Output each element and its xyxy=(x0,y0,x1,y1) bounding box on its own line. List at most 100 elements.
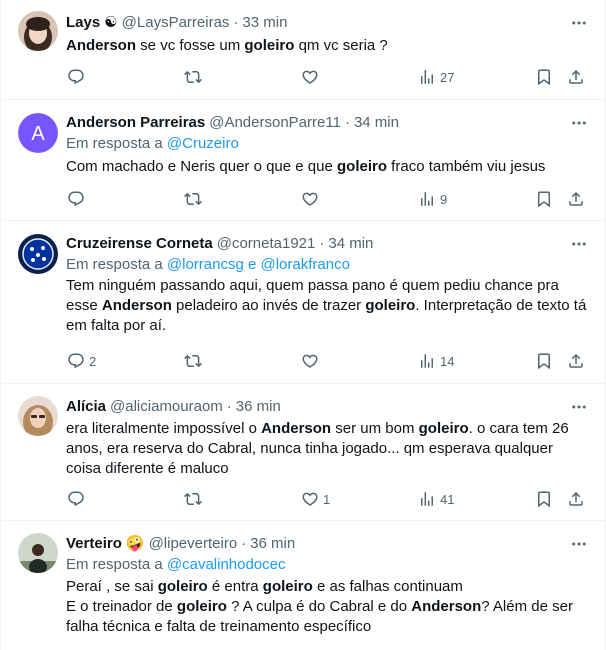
more-options-icon[interactable] xyxy=(569,14,589,32)
user-photo-avatar-icon xyxy=(18,396,58,436)
timestamp[interactable]: 36 min xyxy=(236,396,281,418)
share-button[interactable] xyxy=(567,352,585,370)
author-handle[interactable]: @aliciamouraom xyxy=(110,396,223,418)
bookmark-button[interactable] xyxy=(535,68,553,86)
author-name[interactable]: Alícia xyxy=(66,396,106,418)
tweet[interactable]: Lays ☯ @LaysParreiras · 33 min Anderson … xyxy=(1,0,605,100)
reply-context: Em resposta a @cavalinhodocec xyxy=(66,555,589,575)
tweet[interactable]: Verteiro 🤪 @lipeverteiro · 36 min Em res… xyxy=(1,521,605,650)
views-count: 9 xyxy=(440,191,448,207)
like-count: 1 xyxy=(323,491,331,507)
author-name[interactable]: Lays xyxy=(66,12,100,34)
retweet-button[interactable] xyxy=(184,490,206,508)
tweet[interactable]: A Anderson Parreiras @AndersonParre11 · … xyxy=(1,100,605,221)
like-button[interactable]: 1 xyxy=(301,490,330,508)
share-icon xyxy=(569,69,583,84)
author-name[interactable]: Cruzeirense Corneta xyxy=(66,233,213,255)
cruzeiro-crest-avatar-icon xyxy=(18,234,58,274)
reply-prefix: Em resposta a xyxy=(66,256,163,273)
timestamp[interactable]: 34 min xyxy=(328,233,373,255)
author-handle[interactable]: @lipeverteiro xyxy=(149,533,238,555)
like-button[interactable] xyxy=(301,190,323,208)
author-name[interactable]: Anderson Parreiras xyxy=(66,112,205,134)
views-button[interactable]: 41 xyxy=(418,490,454,508)
bookmark-icon xyxy=(538,353,550,370)
tweet[interactable]: Alícia @aliciamouraom · 36 min era liter… xyxy=(1,384,605,521)
more-options-icon[interactable] xyxy=(569,398,589,416)
reply-prefix: Em resposta a xyxy=(66,556,163,573)
timestamp[interactable]: 34 min xyxy=(354,112,399,134)
separator-dot: · xyxy=(226,398,232,415)
timestamp[interactable]: 33 min xyxy=(242,12,287,34)
more-options-icon[interactable] xyxy=(569,235,589,253)
views-icon xyxy=(421,354,433,368)
like-icon xyxy=(302,192,318,206)
tweet-actions: 27 xyxy=(1,67,605,87)
like-icon xyxy=(302,492,318,506)
avatar[interactable]: A xyxy=(18,113,58,153)
like-icon xyxy=(302,354,318,368)
bookmark-button[interactable] xyxy=(535,352,553,370)
retweet-icon xyxy=(184,492,202,506)
tweet-actions: 1 41 xyxy=(1,489,605,509)
separator-dot: · xyxy=(344,114,350,131)
reply-button[interactable] xyxy=(67,190,89,208)
author-handle[interactable]: @AndersonParre11 xyxy=(209,112,341,134)
retweet-button[interactable] xyxy=(184,352,206,370)
views-icon xyxy=(421,492,433,506)
reply-icon xyxy=(68,191,84,207)
tweet[interactable]: Cruzeirense Corneta @corneta1921 · 34 mi… xyxy=(1,221,605,384)
views-count: 41 xyxy=(440,491,455,507)
bookmark-button[interactable] xyxy=(535,490,553,508)
tweet-actions: 2 14 xyxy=(1,351,605,371)
reply-count: 2 xyxy=(89,353,97,369)
views-button[interactable]: 14 xyxy=(418,352,454,370)
tweet-feed: Lays ☯ @LaysParreiras · 33 min Anderson … xyxy=(0,0,606,650)
retweet-icon xyxy=(184,354,202,368)
bookmark-icon xyxy=(538,191,550,208)
timestamp[interactable]: 36 min xyxy=(250,533,295,555)
retweet-button[interactable] xyxy=(184,68,206,86)
share-button[interactable] xyxy=(567,190,585,208)
reply-icon xyxy=(68,491,84,507)
reply-to-link[interactable]: @Cruzeiro xyxy=(167,135,239,152)
name-emoji: 🤪 xyxy=(125,535,145,552)
like-button[interactable] xyxy=(301,352,323,370)
avatar-letter: A xyxy=(31,123,45,145)
name-emoji: ☯ xyxy=(104,14,118,31)
separator-dot: · xyxy=(233,14,239,31)
avatar[interactable] xyxy=(18,533,58,573)
share-button[interactable] xyxy=(567,490,585,508)
more-options-icon[interactable] xyxy=(569,535,589,553)
views-button[interactable]: 27 xyxy=(418,68,454,86)
views-button[interactable]: 9 xyxy=(418,190,447,208)
avatar[interactable] xyxy=(18,234,58,274)
avatar[interactable] xyxy=(18,396,58,436)
reply-button[interactable] xyxy=(67,490,89,508)
bookmark-icon xyxy=(538,491,550,508)
author-handle[interactable]: @corneta1921 xyxy=(217,233,316,255)
reply-button[interactable]: 2 xyxy=(67,352,96,370)
views-count: 14 xyxy=(440,353,455,369)
author-handle[interactable]: @LaysParreiras xyxy=(122,12,230,34)
bookmark-button[interactable] xyxy=(535,190,553,208)
tweet-actions: 9 xyxy=(1,189,605,209)
reply-to-link[interactable]: @lorrancsg e @lorakfranco xyxy=(167,256,350,273)
tweet-text: era literalmente impossível o Anderson s… xyxy=(66,420,569,477)
retweet-icon xyxy=(184,192,202,206)
letter-avatar-icon: A xyxy=(18,113,58,153)
user-photo-avatar-icon xyxy=(18,533,58,573)
reply-button[interactable] xyxy=(67,68,89,86)
author-name[interactable]: Verteiro xyxy=(66,533,122,555)
tweet-text: Peraí , se sai goleiro é entra goleiro e… xyxy=(66,578,573,635)
retweet-button[interactable] xyxy=(184,190,206,208)
like-button[interactable] xyxy=(301,68,323,86)
reply-to-link[interactable]: @cavalinhodocec xyxy=(167,556,286,573)
avatar[interactable] xyxy=(18,11,58,51)
reply-prefix: Em resposta a xyxy=(66,135,163,152)
separator-dot: · xyxy=(319,235,325,252)
reply-context: Em resposta a @lorrancsg e @lorakfranco xyxy=(66,255,589,275)
tweet-text: Tem ninguém passando aqui, quem passa pa… xyxy=(66,277,587,334)
share-button[interactable] xyxy=(567,68,585,86)
more-options-icon[interactable] xyxy=(569,114,589,132)
